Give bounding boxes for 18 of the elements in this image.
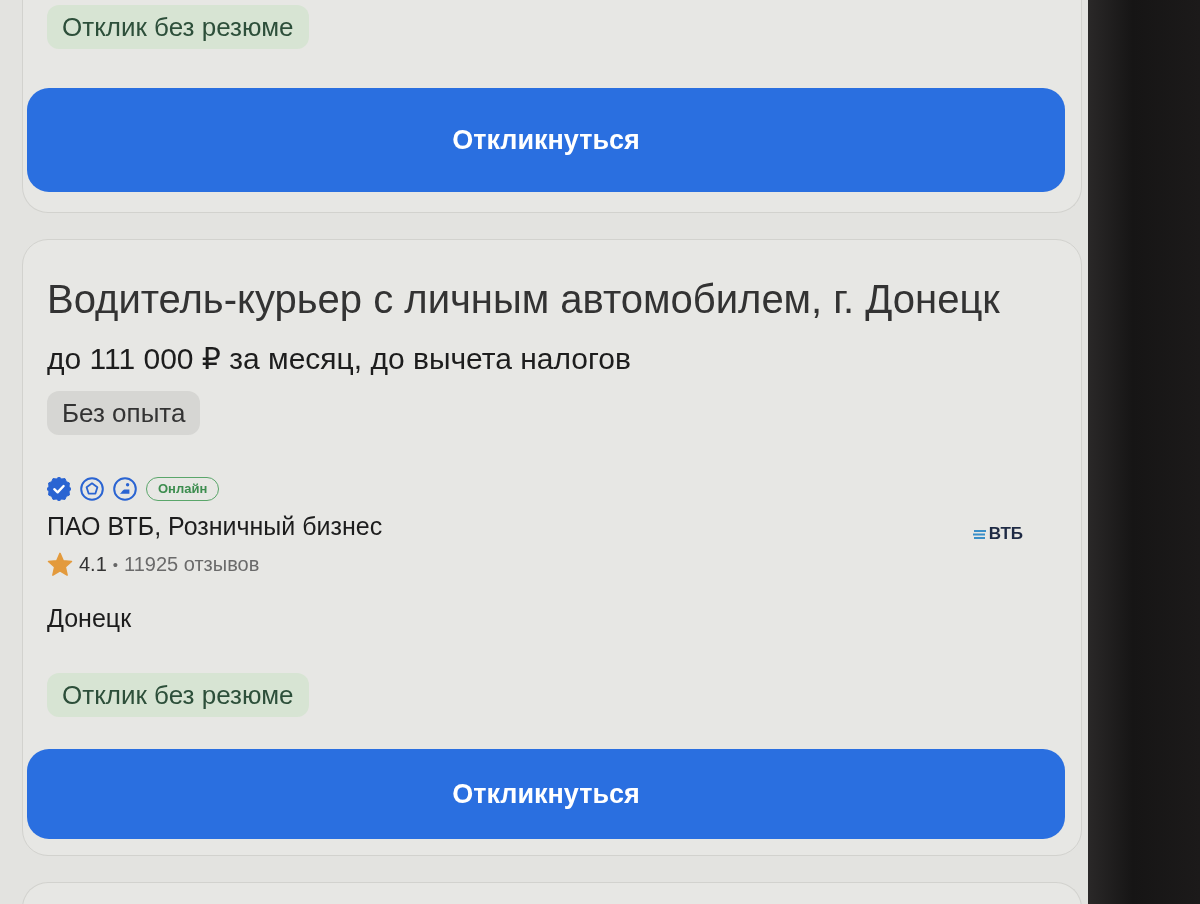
rating-value: 4.1 <box>79 553 107 576</box>
star-icon <box>47 552 73 577</box>
logo-stripes-icon <box>972 529 986 539</box>
company-logo-text: ВТБ <box>988 524 1023 544</box>
response-tag: Отклик без резюме <box>47 5 309 49</box>
company-link[interactable]: ПАО ВТБ, Розничный бизнес <box>47 510 383 542</box>
apply-button[interactable]: Откликнуться <box>27 88 1065 192</box>
person-circle-icon <box>113 477 137 501</box>
verified-badge-icon <box>47 477 71 501</box>
pentagon-circle-icon <box>80 477 104 501</box>
apply-button[interactable]: Откликнуться <box>27 749 1065 839</box>
separator-dot: • <box>112 556 119 573</box>
vacancy-title[interactable]: Водитель-курьер с личным автомобилем, г. Донецк <box>47 273 1000 325</box>
city-text: Донецк <box>47 603 132 634</box>
reviews-link[interactable]: 11925 отзывов <box>124 553 260 576</box>
experience-tag: Без опыта <box>47 391 201 435</box>
salary-text: до 111 000 ₽ за месяц, до вычета налогов <box>47 341 631 377</box>
response-tag: Отклик без резюме <box>47 673 309 717</box>
